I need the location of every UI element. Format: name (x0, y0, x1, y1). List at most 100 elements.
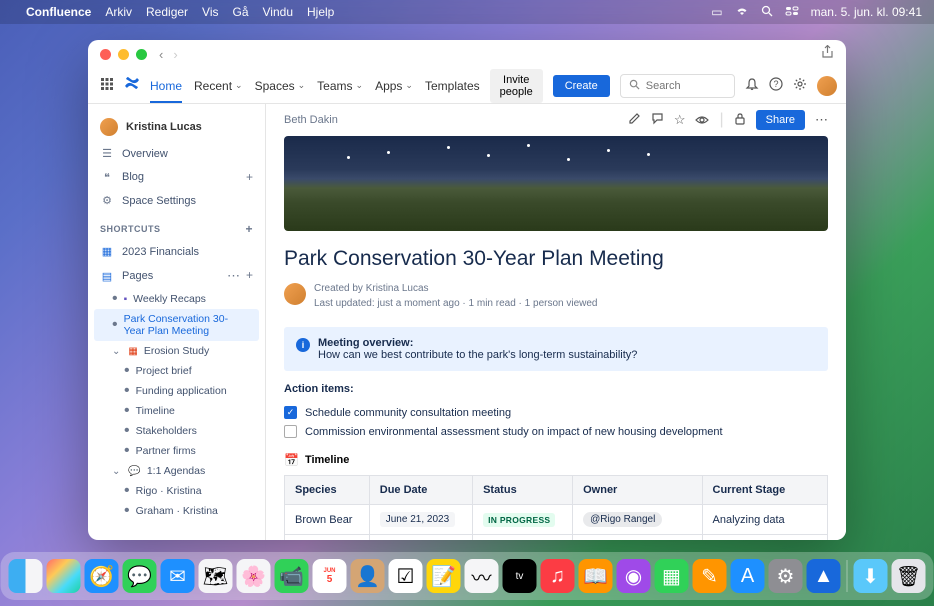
dock-facetime[interactable]: 📹 (275, 559, 309, 593)
nav-recent[interactable]: Recent⌄ (194, 79, 243, 93)
tree-timeline[interactable]: •Timeline (88, 401, 265, 421)
tree-weekly-recaps[interactable]: •▪Weekly Recaps (88, 289, 265, 309)
author-link[interactable]: Kristina Lucas (366, 283, 429, 294)
dock-numbers[interactable]: ▦ (655, 559, 689, 593)
edit-icon[interactable] (628, 112, 641, 128)
dock-reminders[interactable]: ☑ (389, 559, 423, 593)
invite-people-button[interactable]: Invite people (490, 69, 543, 103)
nav-teams[interactable]: Teams⌄ (317, 79, 363, 93)
star-icon[interactable]: ☆ (674, 112, 686, 128)
menubar-vis[interactable]: Vis (202, 5, 218, 19)
page-icon: ▦ (100, 245, 114, 258)
chevron-down-icon: ⌄ (356, 80, 364, 91)
dock-appstore[interactable]: A (731, 559, 765, 593)
dock-freeform[interactable]: 〰 (465, 559, 499, 593)
add-page-icon[interactable]: + (246, 268, 253, 284)
tree-stakeholders[interactable]: •Stakeholders (88, 421, 265, 441)
nav-back-icon[interactable]: ‹ (159, 47, 163, 62)
user-mention[interactable]: @Rigo Rangel (583, 512, 662, 527)
sidebar-blog[interactable]: ❝ Blog + (88, 165, 265, 189)
settings-gear-icon[interactable] (793, 77, 807, 94)
dock-books[interactable]: 📖 (579, 559, 613, 593)
dock-finder[interactable] (9, 559, 43, 593)
wifi-icon[interactable] (735, 5, 749, 19)
restrictions-icon[interactable] (734, 112, 746, 128)
window-close-button[interactable] (100, 49, 111, 60)
dock-photos[interactable]: 🌸 (237, 559, 271, 593)
window-minimize-button[interactable] (118, 49, 129, 60)
nav-forward-icon[interactable]: › (173, 47, 177, 62)
spotlight-icon[interactable] (761, 5, 773, 20)
timeline-heading: 📅 Timeline (284, 453, 828, 467)
sidebar-pages-header[interactable]: ▤ Pages ⋯ + (88, 263, 265, 289)
dock-contacts[interactable]: 👤 (351, 559, 385, 593)
sidebar-space-settings[interactable]: ⚙ Space Settings (88, 189, 265, 212)
sidebar-space-name[interactable]: Kristina Lucas (88, 112, 265, 142)
menubar-hjelp[interactable]: Hjelp (307, 5, 334, 19)
dock-maps[interactable]: 🗺 (199, 559, 233, 593)
nav-templates[interactable]: Templates (425, 79, 480, 93)
checkbox-unchecked[interactable] (284, 425, 297, 438)
dock-atlassian[interactable]: ▲ (807, 559, 841, 593)
dock-calendar[interactable]: JUN5 (313, 559, 347, 593)
tree-agendas[interactable]: ⌄💬1:1 Agendas (88, 461, 265, 481)
add-blog-icon[interactable]: + (246, 170, 253, 184)
more-actions-icon[interactable]: ⋯ (815, 112, 828, 128)
pages-more-icon[interactable]: ⋯ (227, 268, 240, 284)
add-shortcut-icon[interactable]: + (245, 222, 253, 236)
notifications-icon[interactable] (745, 77, 759, 94)
dock-downloads[interactable]: ⬇ (854, 559, 888, 593)
watch-icon[interactable] (695, 113, 709, 128)
dock-pages[interactable]: ✎ (693, 559, 727, 593)
tree-park-conservation[interactable]: •Park Conservation 30-Year Plan Meeting (94, 309, 259, 341)
tree-graham[interactable]: •Graham · Kristina (88, 501, 265, 521)
author-avatar[interactable] (284, 283, 306, 305)
tree-project-brief[interactable]: •Project brief (88, 361, 265, 381)
breadcrumb[interactable]: Beth Dakin (284, 114, 338, 126)
dock-music[interactable]: ♫ (541, 559, 575, 593)
dock-messages[interactable]: 💬 (123, 559, 157, 593)
menubar-ga[interactable]: Gå (233, 5, 249, 19)
tree-funding[interactable]: •Funding application (88, 381, 265, 401)
nav-home[interactable]: Home (150, 79, 182, 103)
search-input[interactable] (646, 80, 726, 92)
tree-erosion-study[interactable]: ⌄▦Erosion Study (88, 341, 265, 361)
comment-icon[interactable] (651, 112, 664, 128)
window-zoom-button[interactable] (136, 49, 147, 60)
menubar-arkiv[interactable]: Arkiv (105, 5, 132, 19)
app-switcher-icon[interactable] (100, 77, 114, 94)
battery-icon[interactable]: ▭ (711, 5, 722, 19)
dock-mail[interactable]: ✉ (161, 559, 195, 593)
share-button[interactable]: Share (756, 110, 805, 130)
tree-rigo[interactable]: •Rigo · Kristina (88, 481, 265, 501)
search-box[interactable] (620, 74, 735, 98)
chevron-down-icon: ⌄ (298, 80, 306, 91)
profile-avatar[interactable] (817, 76, 837, 96)
tree-partner-firms[interactable]: •Partner firms (88, 441, 265, 461)
nav-apps[interactable]: Apps⌄ (375, 79, 413, 93)
dock-tv[interactable]: tv (503, 559, 537, 593)
checkbox-checked[interactable]: ✓ (284, 406, 297, 419)
help-icon[interactable]: ? (769, 77, 783, 94)
svg-text:?: ? (773, 79, 778, 89)
cell-owner: @Rigo Rangel (573, 505, 702, 535)
create-button[interactable]: Create (553, 75, 610, 97)
nav-spaces[interactable]: Spaces⌄ (255, 79, 306, 93)
dock-trash[interactable]: 🗑 (892, 559, 926, 593)
dock-launchpad[interactable] (47, 559, 81, 593)
dock-podcasts[interactable]: ◉ (617, 559, 651, 593)
sidebar-shortcuts-header: SHORTCUTS + (88, 212, 265, 240)
menubar-vindu[interactable]: Vindu (263, 5, 293, 19)
dock-notes[interactable]: 📝 (427, 559, 461, 593)
control-center-icon[interactable] (785, 5, 799, 19)
dock-safari[interactable]: 🧭 (85, 559, 119, 593)
menubar-rediger[interactable]: Rediger (146, 5, 188, 19)
menubar-app-name[interactable]: Confluence (26, 5, 91, 19)
confluence-logo-icon[interactable] (124, 75, 140, 96)
macos-menubar: Confluence Arkiv Rediger Vis Gå Vindu Hj… (0, 0, 934, 24)
dock-settings[interactable]: ⚙ (769, 559, 803, 593)
titlebar-share-icon[interactable] (821, 45, 834, 64)
sidebar-shortcut-financials[interactable]: ▦ 2023 Financials (88, 240, 265, 263)
menubar-clock[interactable]: man. 5. jun. kl. 09:41 (811, 5, 922, 19)
sidebar-overview[interactable]: ☰ Overview (88, 142, 265, 165)
